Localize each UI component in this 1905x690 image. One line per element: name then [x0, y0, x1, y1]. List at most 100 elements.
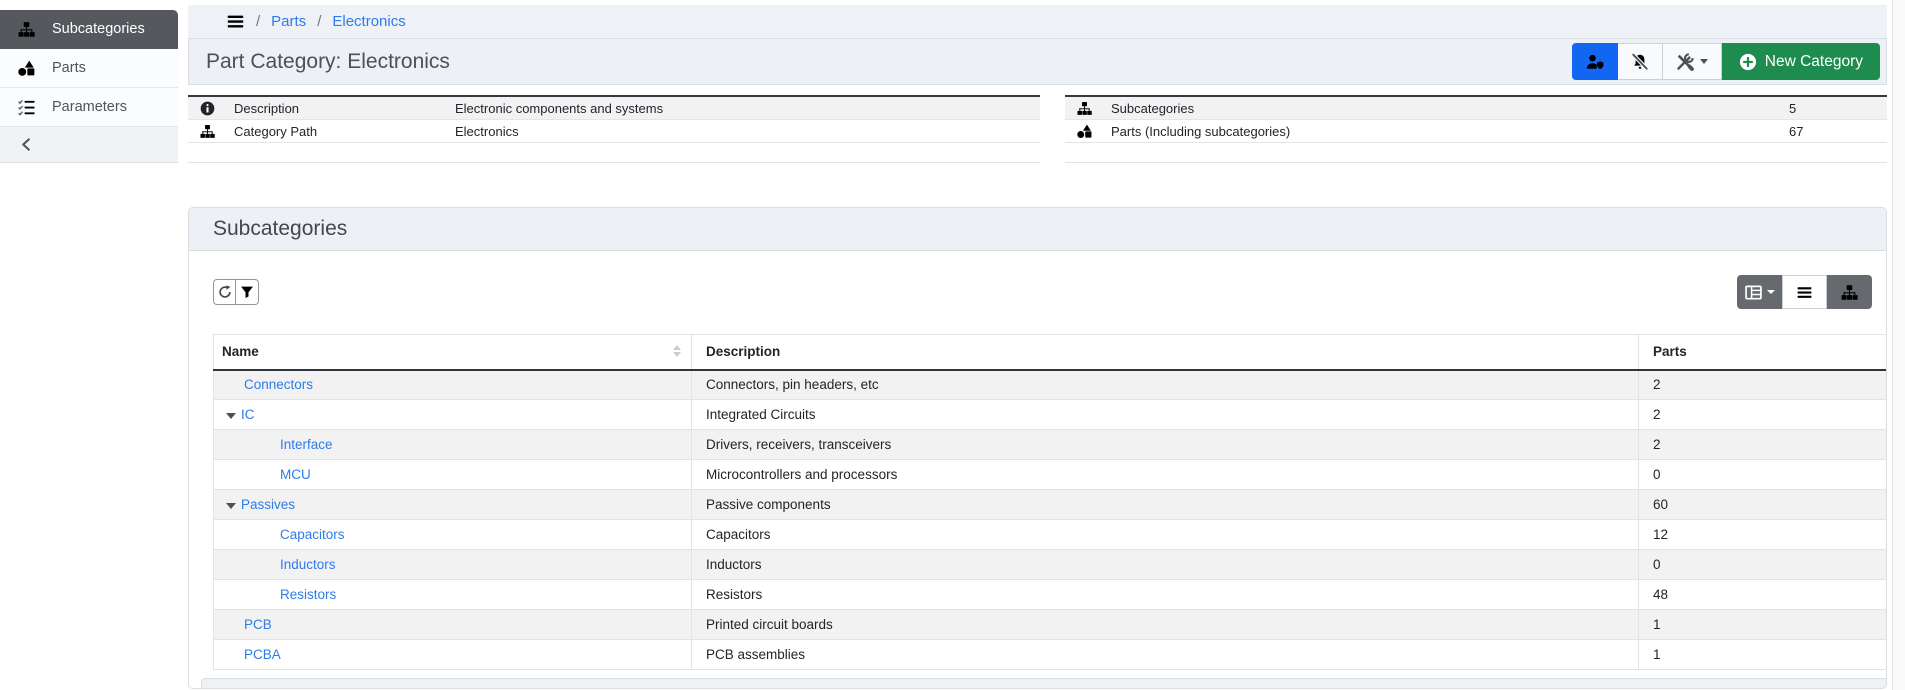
detail-value: Electronics — [455, 123, 519, 139]
cell-description: Drivers, receivers, transceivers — [691, 429, 1639, 460]
table-icon — [1745, 284, 1762, 301]
sort-icon — [673, 345, 681, 357]
table-row[interactable]: MCU Microcontrollers and processors 0 — [213, 459, 1886, 490]
cell-description: Passive components — [691, 489, 1639, 520]
sidebar-item-label: Parts — [52, 60, 86, 76]
detail-row-empty — [1065, 143, 1887, 163]
table-header-row: Name Description Parts — [213, 334, 1886, 371]
detail-label: Parts (Including subcategories) — [1111, 123, 1291, 139]
chevron-left-icon — [19, 137, 34, 152]
user-shield-icon — [1586, 53, 1604, 71]
cell-parts: 2 — [1638, 399, 1886, 430]
cell-description: PCB assemblies — [691, 639, 1639, 670]
table-row[interactable]: Passives Passive components 60 — [213, 489, 1886, 520]
refresh-icon — [218, 285, 232, 299]
breadcrumb-separator: / — [317, 13, 322, 30]
list-icon — [1796, 284, 1813, 301]
plus-circle-icon — [1739, 53, 1757, 71]
sidebar-item-parameters[interactable]: Parameters — [0, 88, 178, 127]
detail-row-parts-count: Parts (Including subcategories) 67 — [1065, 120, 1887, 143]
table-row[interactable]: Resistors Resistors 48 — [213, 579, 1886, 610]
section-header: Subcategories — [189, 208, 1886, 251]
table-row[interactable]: Connectors Connectors, pin headers, etc … — [213, 369, 1886, 400]
detail-value: 67 — [1789, 123, 1804, 139]
next-panel-edge — [201, 678, 1886, 688]
sidebar-item-subcategories[interactable]: Subcategories — [0, 10, 178, 49]
cell-parts: 2 — [1638, 369, 1886, 400]
page-title: Part Category: Electronics — [206, 49, 450, 73]
category-link[interactable]: Passives — [241, 497, 295, 512]
category-link[interactable]: Connectors — [244, 377, 313, 392]
table-row[interactable]: PCB Printed circuit boards 1 — [213, 609, 1886, 640]
cell-parts: 60 — [1638, 489, 1886, 520]
sidebar-item-parts[interactable]: Parts — [0, 49, 178, 88]
filter-icon — [240, 285, 254, 299]
detail-label: Subcategories — [1111, 100, 1195, 116]
cell-parts: 2 — [1638, 429, 1886, 460]
cell-description: Capacitors — [691, 519, 1639, 550]
sidebar-collapse-button[interactable] — [0, 127, 178, 163]
category-link[interactable]: MCU — [280, 467, 311, 482]
detail-row-category-path: Category Path Electronics — [188, 120, 1040, 143]
cell-description: Integrated Circuits — [691, 399, 1639, 430]
detail-label: Description — [234, 100, 300, 116]
list-view-button[interactable] — [1782, 275, 1827, 309]
vertical-scrollbar[interactable] — [1892, 0, 1905, 690]
info-circle-icon — [200, 101, 215, 116]
column-header-name[interactable]: Name — [213, 334, 692, 371]
cell-parts: 0 — [1638, 459, 1886, 490]
cell-parts: 1 — [1638, 609, 1886, 640]
cell-description: Microcontrollers and processors — [691, 459, 1639, 490]
sitemap-icon — [18, 21, 35, 38]
shapes-icon — [18, 60, 35, 77]
subcategories-table: Name Description Parts Connectors Connec… — [213, 334, 1886, 670]
cell-description: Resistors — [691, 579, 1639, 610]
page-header: Part Category: Electronics New Category — [188, 38, 1887, 85]
cell-description: Printed circuit boards — [691, 609, 1639, 640]
new-category-button[interactable]: New Category — [1721, 43, 1880, 80]
cell-parts: 12 — [1638, 519, 1886, 550]
detail-value: Electronic components and systems — [455, 100, 664, 116]
sidebar-item-label: Subcategories — [52, 21, 145, 37]
notifications-off-button[interactable] — [1617, 43, 1663, 80]
category-stats-panel: Subcategories 5 Parts (Including subcate… — [1065, 95, 1887, 163]
category-link[interactable]: Interface — [280, 437, 333, 452]
category-link[interactable]: Resistors — [280, 587, 336, 602]
expand-caret-icon[interactable] — [226, 413, 236, 419]
caret-down-icon — [1699, 59, 1708, 64]
bell-slash-icon — [1631, 53, 1649, 71]
new-category-label: New Category — [1764, 52, 1863, 70]
breadcrumb-link-parts[interactable]: Parts — [271, 13, 306, 30]
section-title: Subcategories — [213, 217, 348, 240]
table-row[interactable]: IC Integrated Circuits 2 — [213, 399, 1886, 430]
category-link[interactable]: Capacitors — [280, 527, 345, 542]
detail-row-empty — [188, 143, 1040, 163]
category-link[interactable]: IC — [241, 407, 255, 422]
table-row[interactable]: Capacitors Capacitors 12 — [213, 519, 1886, 550]
category-link[interactable]: Inductors — [280, 557, 336, 572]
cell-parts: 1 — [1638, 639, 1886, 670]
table-view-button[interactable] — [1737, 275, 1782, 309]
sidebar: Subcategories Parts Parameters — [0, 0, 178, 163]
user-permissions-button[interactable] — [1571, 43, 1618, 80]
category-link[interactable]: PCB — [244, 617, 272, 632]
main-content: / Parts / Electronics Part Category: Ele… — [188, 0, 1887, 689]
column-header-parts: Parts — [1638, 334, 1886, 371]
tools-menu-button[interactable] — [1662, 43, 1722, 80]
table-row[interactable]: PCBA PCB assemblies 1 — [213, 639, 1886, 670]
table-row[interactable]: Inductors Inductors 0 — [213, 549, 1886, 580]
detail-row-subcategories-count: Subcategories 5 — [1065, 97, 1887, 120]
category-link[interactable]: PCBA — [244, 647, 281, 662]
breadcrumb-link-electronics[interactable]: Electronics — [332, 13, 405, 30]
caret-down-icon — [1766, 290, 1775, 294]
tree-view-button[interactable] — [1827, 275, 1872, 309]
sitemap-icon — [200, 124, 215, 139]
refresh-button[interactable] — [213, 279, 236, 305]
table-row[interactable]: Interface Drivers, receivers, transceive… — [213, 429, 1886, 460]
breadcrumb-separator: / — [256, 13, 261, 30]
expand-caret-icon[interactable] — [226, 503, 236, 509]
sitemap-icon — [1077, 101, 1092, 116]
section-body: Name Description Parts Connectors Connec… — [189, 275, 1886, 688]
hamburger-icon[interactable] — [226, 12, 245, 31]
filter-button[interactable] — [236, 279, 259, 305]
